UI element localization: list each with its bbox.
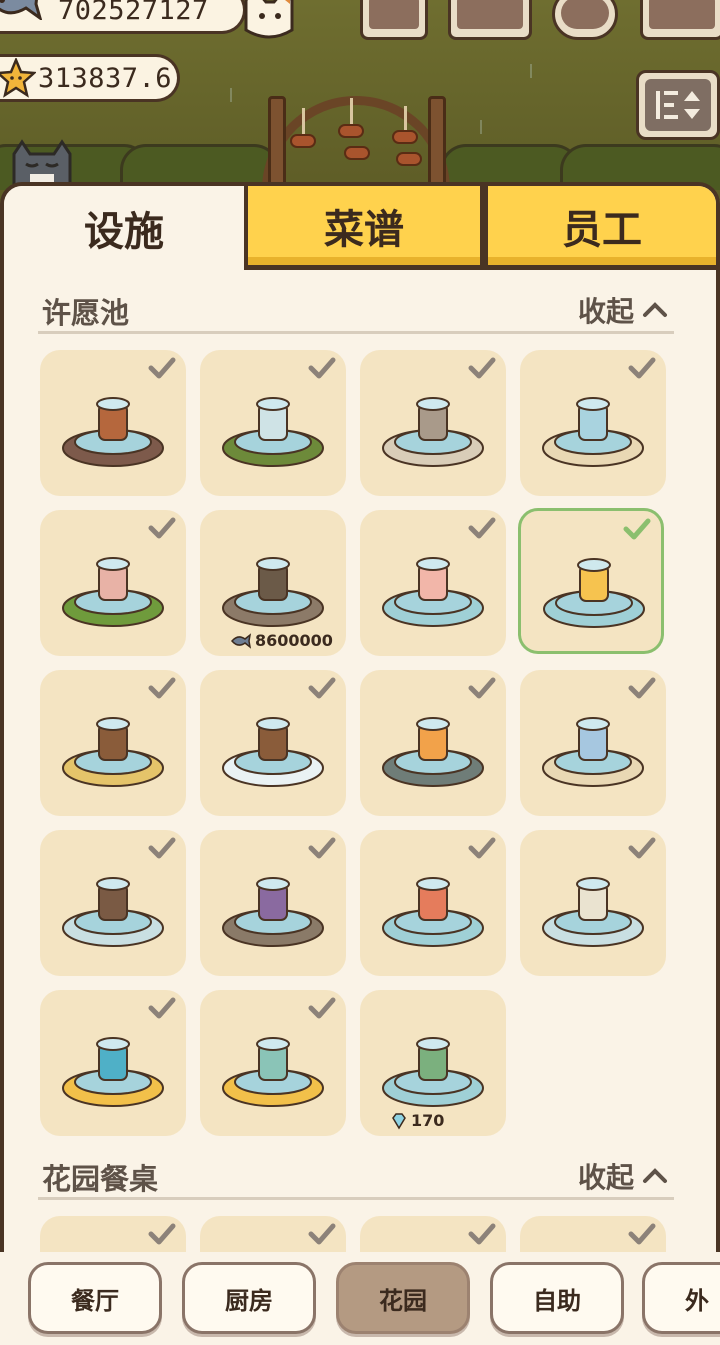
price-value: 170 bbox=[411, 1111, 445, 1130]
collapse-button[interactable]: 收起 bbox=[578, 1156, 670, 1196]
item-card-bell-wood-fountain[interactable] bbox=[200, 670, 346, 816]
sort-icon bbox=[656, 91, 700, 119]
item-card-barrel-fountain[interactable] bbox=[40, 670, 186, 816]
fountain-illustration-icon bbox=[382, 717, 484, 787]
fish-currency-value: 702527127 bbox=[58, 0, 209, 26]
fountain-illustration-icon bbox=[222, 877, 324, 947]
nav-kitchen[interactable]: 厨房 bbox=[182, 1262, 316, 1334]
recipe-book-button[interactable] bbox=[448, 0, 532, 40]
nav-garden[interactable]: 花园 bbox=[336, 1262, 470, 1334]
owned-check-icon bbox=[308, 1223, 336, 1245]
tab-bar: 设施 菜谱 员工 bbox=[4, 186, 716, 270]
diamond-icon bbox=[392, 1112, 406, 1129]
section-header-garden-table: 花园餐桌 收起 bbox=[38, 1156, 674, 1200]
item-card-pineapple-fountain[interactable] bbox=[518, 508, 664, 654]
item-card-dragon-rock-fountain[interactable] bbox=[200, 990, 346, 1136]
tab-staff[interactable]: 员工 bbox=[484, 186, 716, 270]
star-currency-value: 313837.6 bbox=[38, 62, 173, 94]
fountain-illustration-icon bbox=[222, 1037, 324, 1107]
item-card-ship-wheel-fountain[interactable] bbox=[40, 830, 186, 976]
collapse-label: 收起 bbox=[577, 1161, 634, 1194]
fountain-illustration-icon bbox=[382, 877, 484, 947]
section-title: 花园餐桌 bbox=[42, 1162, 159, 1196]
price-value: 8600000 bbox=[255, 631, 333, 650]
nav-restaurant[interactable]: 餐厅 bbox=[28, 1262, 162, 1334]
cat-sprite bbox=[12, 139, 72, 186]
fountain-illustration-icon bbox=[62, 877, 164, 947]
star-icon bbox=[0, 58, 36, 98]
owned-check-icon bbox=[468, 1223, 496, 1245]
item-card-cotton-candy-fountain[interactable] bbox=[360, 510, 506, 656]
fountain-illustration-icon bbox=[62, 397, 164, 467]
section-title: 许愿池 bbox=[42, 296, 130, 330]
fountain-illustration-icon bbox=[542, 717, 644, 787]
fountain-illustration-icon bbox=[542, 877, 644, 947]
collapse-label: 收起 bbox=[577, 295, 634, 328]
panel-content: 许愿池 收起 8600000 170 花园餐桌 收起 bbox=[4, 270, 716, 1260]
tab-facilities[interactable]: 设施 bbox=[4, 186, 244, 270]
item-card-old-well[interactable]: 8600000 bbox=[200, 510, 346, 656]
settings-gear-button[interactable] bbox=[552, 0, 618, 40]
owned-check-icon bbox=[148, 1223, 176, 1245]
menu-button-1[interactable] bbox=[360, 0, 428, 40]
fountain-illustration-icon bbox=[382, 557, 484, 627]
fountain-illustration-icon bbox=[222, 717, 324, 787]
map-button[interactable] bbox=[640, 0, 720, 40]
fountain-illustration-icon bbox=[62, 717, 164, 787]
nav-buffet[interactable]: 自助 bbox=[490, 1262, 624, 1334]
fountain-illustration-icon bbox=[222, 557, 324, 627]
shop-panel: 设施 菜谱 员工 许愿池 收起 8600000 170 花园餐桌 收起 bbox=[0, 182, 720, 1345]
cat-avatar-icon bbox=[244, 0, 294, 39]
item-card-globe-gazebo-fountain[interactable] bbox=[520, 670, 666, 816]
item-card-birdbath-fountain[interactable] bbox=[200, 350, 346, 496]
nav-outdoor[interactable]: 外 bbox=[642, 1262, 720, 1334]
item-card-teacup-fountain[interactable] bbox=[40, 510, 186, 656]
item-card-goddess-statue-fountain[interactable] bbox=[520, 830, 666, 976]
chevron-up-icon bbox=[643, 1168, 667, 1183]
item-card-bamboo-stone-fountain[interactable] bbox=[360, 350, 506, 496]
fountain-illustration-icon bbox=[62, 1037, 164, 1107]
fountain-illustration-icon bbox=[222, 397, 324, 467]
price-tag: 170 bbox=[390, 1111, 444, 1130]
owned-check-icon bbox=[628, 1223, 656, 1245]
item-card-cat-statue-fountain[interactable] bbox=[520, 350, 666, 496]
item-card-salmon-sushi-fountain[interactable] bbox=[360, 830, 506, 976]
fountain-illustration-icon bbox=[382, 397, 484, 467]
item-card-gazebo-pond-fountain[interactable]: 170 bbox=[360, 990, 506, 1136]
section-header-wishing-well: 许愿池 收起 bbox=[38, 290, 674, 334]
fountain-illustration-icon bbox=[542, 397, 644, 467]
tab-recipes[interactable]: 菜谱 bbox=[244, 186, 484, 270]
fountain-illustration-icon bbox=[62, 557, 164, 627]
fish-icon bbox=[231, 632, 252, 649]
bottom-nav: 餐厅 厨房 花园 自助 外 bbox=[0, 1252, 720, 1345]
item-card-bat-wing-fountain[interactable] bbox=[200, 830, 346, 976]
price-tag: 8600000 bbox=[230, 631, 333, 650]
collapse-button[interactable]: 收起 bbox=[578, 290, 670, 330]
sort-toggle-button[interactable] bbox=[636, 70, 720, 140]
fountain-illustration-icon bbox=[382, 1037, 484, 1107]
item-card-star-waterfall-fountain[interactable] bbox=[40, 990, 186, 1136]
chevron-up-icon bbox=[643, 302, 667, 317]
item-card-clay-pot-fountain[interactable] bbox=[40, 350, 186, 496]
garden-scene-background: 702527127 313837.6 bbox=[0, 0, 720, 200]
fountain-illustration-icon bbox=[543, 558, 645, 628]
item-card-whale-fountain[interactable] bbox=[360, 670, 506, 816]
fish-icon bbox=[0, 0, 42, 20]
